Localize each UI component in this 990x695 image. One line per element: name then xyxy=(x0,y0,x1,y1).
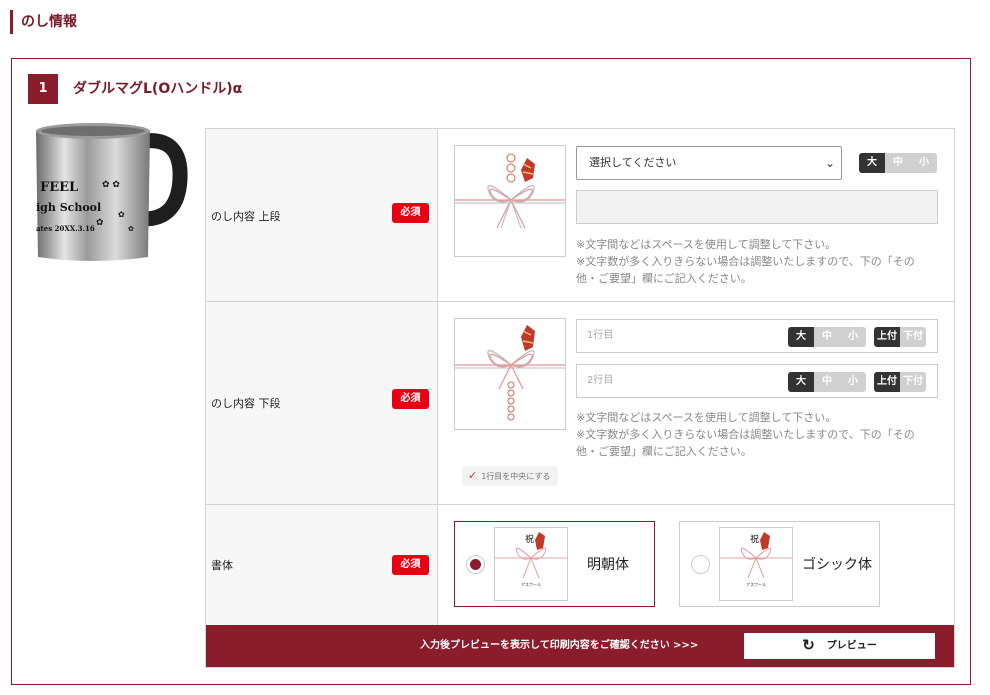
lower-notes: ※文字間などはスペースを使用して調整して下さい。 ※文字数が多く入りきらない場合… xyxy=(576,409,936,460)
check-icon: ✓ xyxy=(468,469,478,482)
radio-gothic[interactable] xyxy=(691,555,710,574)
item-card: 1 ダブルマグL(Oハンドル)α FEEL igh School ates 20… xyxy=(11,58,971,685)
upper-text-input[interactable] xyxy=(576,190,938,224)
line1-size-toggle: 大 中 小 xyxy=(788,327,866,347)
svg-text:✿ ✿: ✿ ✿ xyxy=(102,180,120,190)
lower-line1-input[interactable]: 1行目 大 中 小 上付 下付 xyxy=(576,319,938,353)
position-lower-button[interactable]: 下付 xyxy=(900,372,926,392)
position-upper-button[interactable]: 上付 xyxy=(874,327,900,347)
font-label: 書体 xyxy=(211,559,233,572)
line2-placeholder: 2行目 xyxy=(587,375,614,386)
upper-select-value: 選択してください xyxy=(589,156,677,169)
note-overflow: ※文字数が多く入りきらない場合は調整いたしますので、下の「その他・ご要望」欄にご… xyxy=(576,255,915,285)
size-large-button[interactable]: 大 xyxy=(859,153,885,173)
size-small-button[interactable]: 小 xyxy=(911,153,937,173)
position-upper-button[interactable]: 上付 xyxy=(874,372,900,392)
thumb-bottom-text: アスワール xyxy=(521,582,541,587)
note-spacing: ※文字間などはスペースを使用して調整して下さい。 xyxy=(576,411,837,424)
required-badge: 必須 xyxy=(392,389,429,409)
gothic-thumbnail: 祝 アスワール xyxy=(719,527,793,601)
required-badge: 必須 xyxy=(392,203,429,223)
row-lower: のし内容 下段 必須 1行目 大 中 小 上付 下付 2行目 大 中 小 上付 … xyxy=(206,302,954,505)
refresh-icon: ↻ xyxy=(802,637,815,654)
upper-notes: ※文字間などはスペースを使用して調整して下さい。 ※文字数が多く入りきらない場合… xyxy=(576,236,936,287)
preview-bar: 入力後プレビューを表示して印刷内容をご確認ください >>> ↻ プレビュー xyxy=(206,625,954,667)
noshi-upper-preview xyxy=(454,145,566,257)
lower-label: のし内容 下段 xyxy=(211,397,281,410)
noshi-form-table: のし内容 上段 必須 選択してください ⌄ 大 中 小 ※文字間などはスペースを… xyxy=(205,128,955,668)
size-medium-button[interactable]: 中 xyxy=(814,372,840,392)
product-image-line-3: ates 20XX.3.16 xyxy=(36,224,95,233)
thumb-top-text: 祝 xyxy=(525,533,534,545)
font-option-gothic[interactable]: 祝 アスワール ゴシック体 xyxy=(679,521,880,607)
upper-label: のし内容 上段 xyxy=(211,210,281,223)
svg-text:✿: ✿ xyxy=(118,210,125,219)
line2-size-toggle: 大 中 小 xyxy=(788,372,866,392)
chevron-down-icon: ⌄ xyxy=(824,156,835,170)
row-font: 書体 必須 祝 アスワール 明朝体 祝 アスワール ゴシック体 xyxy=(206,505,954,625)
item-name: ダブルマグL(Oハンドル)α xyxy=(73,81,243,97)
font-option-mincho[interactable]: 祝 アスワール 明朝体 xyxy=(454,521,655,607)
note-spacing: ※文字間などはスペースを使用して調整して下さい。 xyxy=(576,238,837,251)
product-image: FEEL igh School ates 20XX.3.16 ✿ ✿ ✿ ✿ ✿ xyxy=(32,119,190,269)
size-small-button[interactable]: 小 xyxy=(840,327,866,347)
line1-placeholder: 1行目 xyxy=(587,330,614,341)
preview-message: 入力後プレビューを表示して印刷内容をご確認ください >>> xyxy=(420,640,699,651)
thumb-top-text: 祝 xyxy=(750,533,759,545)
noshi-lower-preview xyxy=(454,318,566,430)
lower-line2-input[interactable]: 2行目 大 中 小 上付 下付 xyxy=(576,364,938,398)
upper-size-toggle: 大 中 小 xyxy=(859,153,937,173)
item-number: 1 xyxy=(28,74,58,104)
size-large-button[interactable]: 大 xyxy=(788,327,814,347)
upper-content-select[interactable]: 選択してください ⌄ xyxy=(576,146,842,180)
required-badge: 必須 xyxy=(392,555,429,575)
size-medium-button[interactable]: 中 xyxy=(814,327,840,347)
product-image-line-1: FEEL xyxy=(40,180,78,195)
size-medium-button[interactable]: 中 xyxy=(885,153,911,173)
radio-mincho[interactable] xyxy=(466,555,485,574)
note-overflow: ※文字数が多く入りきらない場合は調整いたしますので、下の「その他・ご要望」欄にご… xyxy=(576,428,915,458)
thumb-bottom-text: アスワール xyxy=(746,582,766,587)
preview-button[interactable]: ↻ プレビュー xyxy=(744,633,935,659)
product-image-line-2: igh School xyxy=(36,201,101,214)
mincho-label: 明朝体 xyxy=(587,557,629,573)
row-upper: のし内容 上段 必須 選択してください ⌄ 大 中 小 ※文字間などはスペースを… xyxy=(206,129,954,302)
size-large-button[interactable]: 大 xyxy=(788,372,814,392)
size-small-button[interactable]: 小 xyxy=(840,372,866,392)
svg-text:✿: ✿ xyxy=(96,218,104,228)
line2-position-toggle: 上付 下付 xyxy=(874,372,926,392)
section-title: のし情報 xyxy=(10,10,77,34)
gothic-label: ゴシック体 xyxy=(802,557,872,573)
mincho-thumbnail: 祝 アスワール xyxy=(494,527,568,601)
position-lower-button[interactable]: 下付 xyxy=(900,327,926,347)
line1-position-toggle: 上付 下付 xyxy=(874,327,926,347)
preview-button-label: プレビュー xyxy=(826,640,877,652)
center-line1-checkbox[interactable]: ✓ 1行目を中央にする xyxy=(462,466,559,486)
center-line1-label: 1行目を中央にする xyxy=(481,472,551,481)
svg-text:✿: ✿ xyxy=(128,225,134,233)
